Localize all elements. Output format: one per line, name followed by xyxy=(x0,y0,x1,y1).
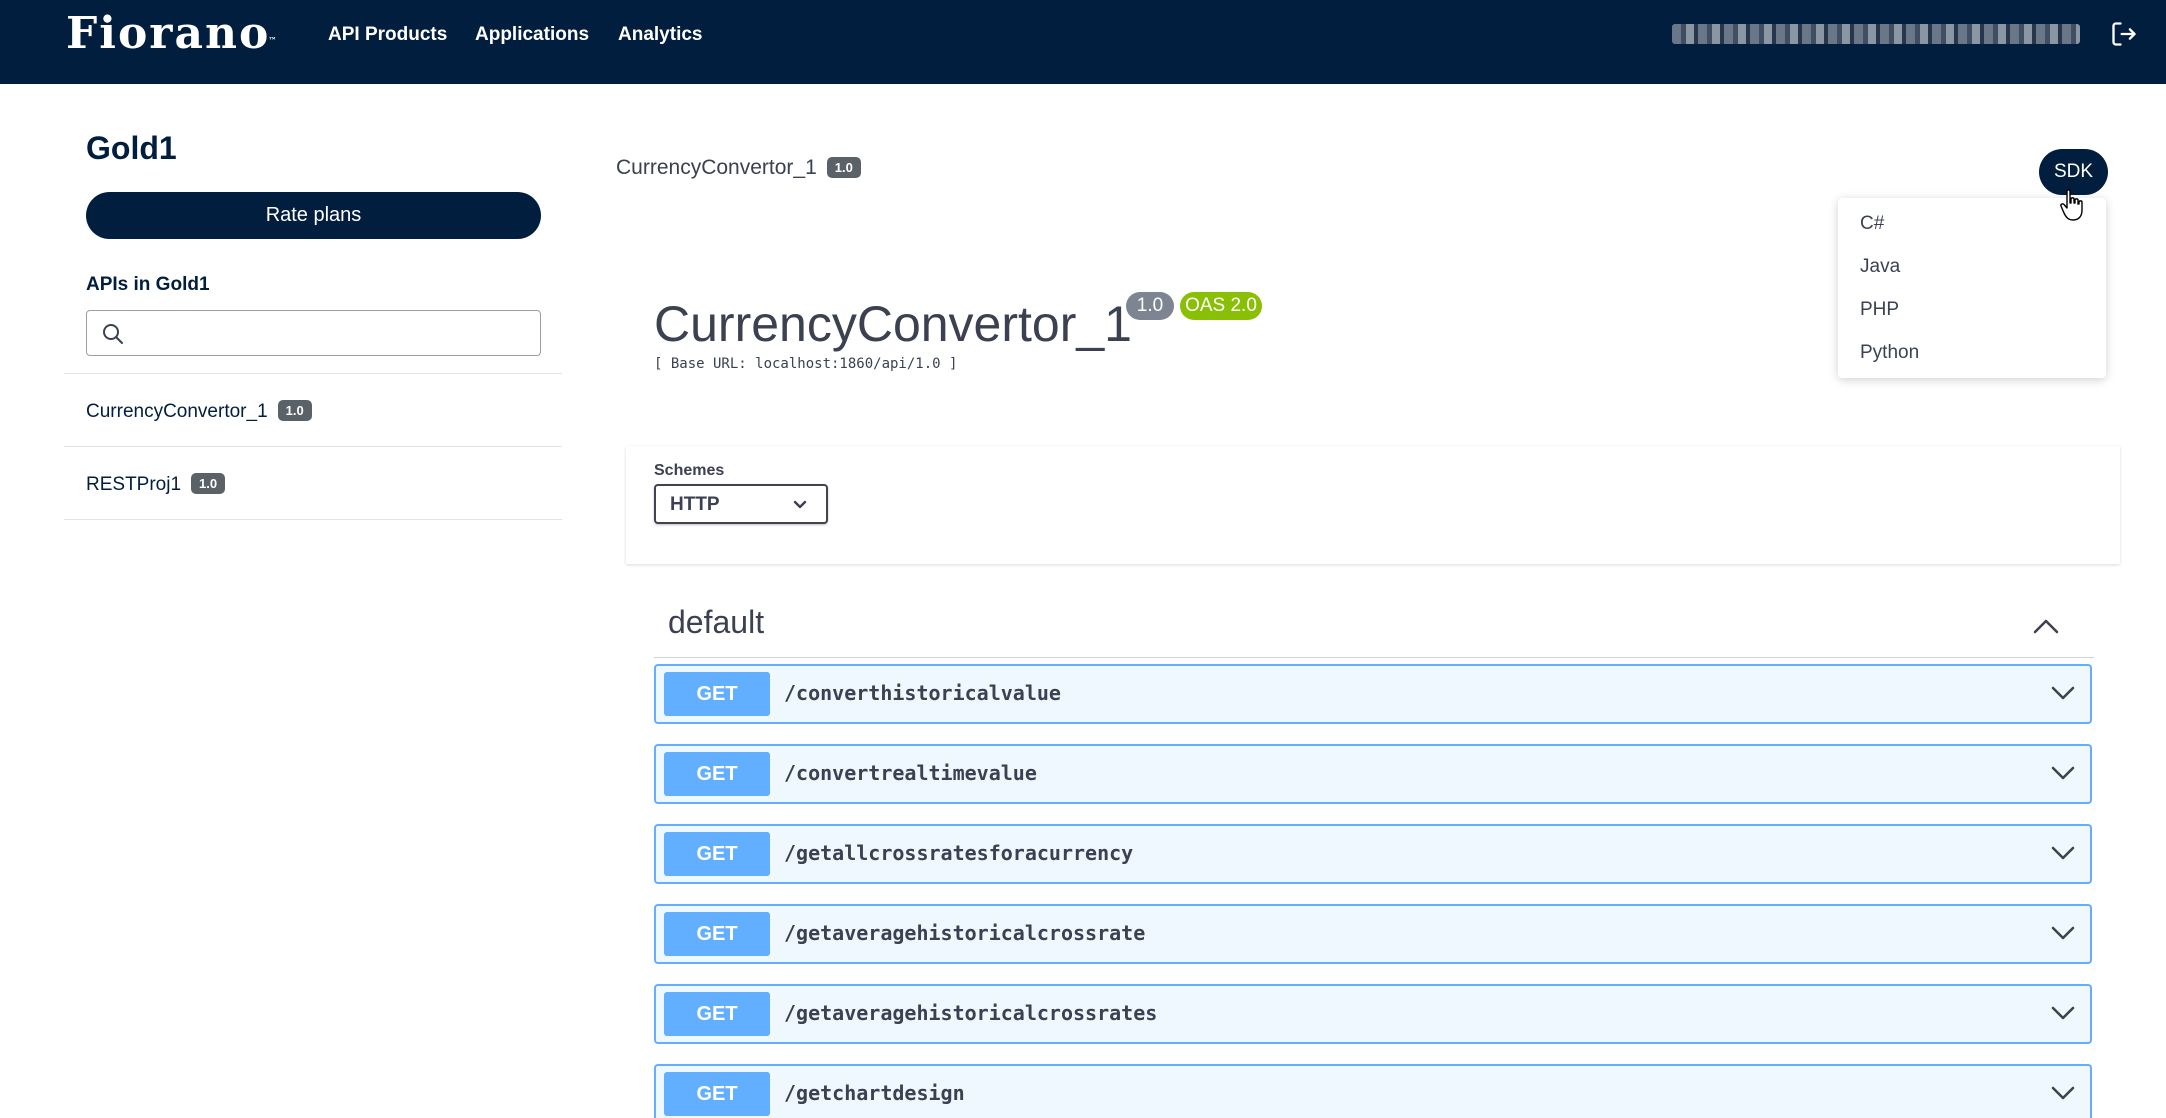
search-icon xyxy=(103,324,123,344)
operation-path: /getchartdesign xyxy=(784,1081,965,1105)
user-account-redacted[interactable] xyxy=(1672,24,2080,44)
tag-section-header[interactable]: default xyxy=(654,596,2094,658)
sidebar-api-label: CurrencyConvertor_1 1.0 xyxy=(86,400,312,423)
sidebar-api-name: CurrencyConvertor_1 xyxy=(86,401,268,422)
logout-icon[interactable] xyxy=(2110,20,2138,48)
chevron-down-icon[interactable] xyxy=(2050,924,2076,942)
api-search-input[interactable] xyxy=(131,317,531,349)
sidebar-api-name: RESTProj1 xyxy=(86,474,182,495)
http-method-badge: GET xyxy=(664,992,770,1036)
http-method-badge: GET xyxy=(664,912,770,956)
schemes-panel: Schemes HTTP xyxy=(626,446,2120,564)
sdk-option-php[interactable]: PHP xyxy=(1860,299,1899,321)
operation-block[interactable]: GET /converthistoricalvalue xyxy=(654,664,2092,724)
sdk-option-java[interactable]: Java xyxy=(1860,256,1900,278)
product-title: Gold1 xyxy=(86,130,177,166)
chevron-up-icon[interactable] xyxy=(2032,616,2060,636)
logo-trademark: ™ xyxy=(268,35,277,45)
operation-block[interactable]: GET /getaveragehistoricalcrossrates xyxy=(654,984,2092,1044)
chevron-down-icon xyxy=(793,500,807,509)
api-breadcrumb: CurrencyConvertor_1 1.0 xyxy=(616,156,861,180)
sidebar-api-item[interactable]: RESTProj1 1.0 xyxy=(64,446,562,519)
nav-api-products[interactable]: API Products xyxy=(328,22,447,48)
scheme-select[interactable]: HTTP xyxy=(654,484,828,524)
sdk-option-python[interactable]: Python xyxy=(1860,342,1919,364)
operation-block[interactable]: GET /getaveragehistoricalcrossrate xyxy=(654,904,2092,964)
chevron-down-icon[interactable] xyxy=(2050,1084,2076,1102)
rate-plans-button[interactable]: Rate plans xyxy=(86,192,541,239)
operation-block[interactable]: GET /convertrealtimevalue xyxy=(654,744,2092,804)
http-method-badge: GET xyxy=(664,832,770,876)
operation-path: /getaveragehistoricalcrossrate xyxy=(784,921,1146,945)
version-badge: 1.0 xyxy=(277,400,312,421)
http-method-badge: GET xyxy=(664,1072,770,1116)
chevron-down-icon[interactable] xyxy=(2050,684,2076,702)
api-version-badge: 1.0 xyxy=(1126,292,1174,320)
breadcrumb-version-badge: 1.0 xyxy=(826,157,861,178)
scheme-selected-value: HTTP xyxy=(670,494,720,515)
operation-path: /converthistoricalvalue xyxy=(784,681,1061,705)
apis-heading: APIs in Gold1 xyxy=(86,274,210,295)
schemes-label: Schemes xyxy=(654,462,725,479)
top-navbar: Fiorano ™ API Products Applications Analy… xyxy=(0,0,2166,84)
api-title: CurrencyConvertor_1 xyxy=(654,296,1132,352)
hand-pointer-cursor-icon xyxy=(2060,189,2083,221)
chevron-down-icon[interactable] xyxy=(2050,764,2076,782)
chevron-down-icon[interactable] xyxy=(2050,1004,2076,1022)
tag-name: default xyxy=(668,604,765,640)
oas-version-badge: OAS 2.0 xyxy=(1180,292,1262,320)
http-method-badge: GET xyxy=(664,752,770,796)
http-method-badge: GET xyxy=(664,672,770,716)
operation-path: /convertrealtimevalue xyxy=(784,761,1037,785)
sdk-dropdown-menu: C# Java PHP Python xyxy=(1838,198,2106,378)
logo-text: Fiorano xyxy=(66,8,271,59)
operation-path: /getallcrossratesforacurrency xyxy=(784,841,1134,865)
operation-block[interactable]: GET /getallcrossratesforacurrency xyxy=(654,824,2092,884)
nav-applications[interactable]: Applications xyxy=(475,22,589,48)
sidebar-api-label: RESTProj1 1.0 xyxy=(86,473,226,496)
breadcrumb-api-name: CurrencyConvertor_1 xyxy=(616,156,817,179)
sidebar-divider xyxy=(64,519,562,520)
operation-block[interactable]: GET /getchartdesign xyxy=(654,1064,2092,1118)
sdk-option-csharp[interactable]: C# xyxy=(1860,213,1884,235)
nav-analytics[interactable]: Analytics xyxy=(618,22,702,48)
fiorano-logo[interactable]: Fiorano ™ xyxy=(66,12,276,56)
api-search-field[interactable] xyxy=(86,310,541,356)
operation-path: /getaveragehistoricalcrossrates xyxy=(784,1001,1158,1025)
chevron-down-icon[interactable] xyxy=(2050,844,2076,862)
sidebar-api-item[interactable]: CurrencyConvertor_1 1.0 xyxy=(64,373,562,446)
base-url: [ Base URL: localhost:1860/api/1.0 ] xyxy=(654,356,958,372)
version-badge: 1.0 xyxy=(191,473,226,494)
